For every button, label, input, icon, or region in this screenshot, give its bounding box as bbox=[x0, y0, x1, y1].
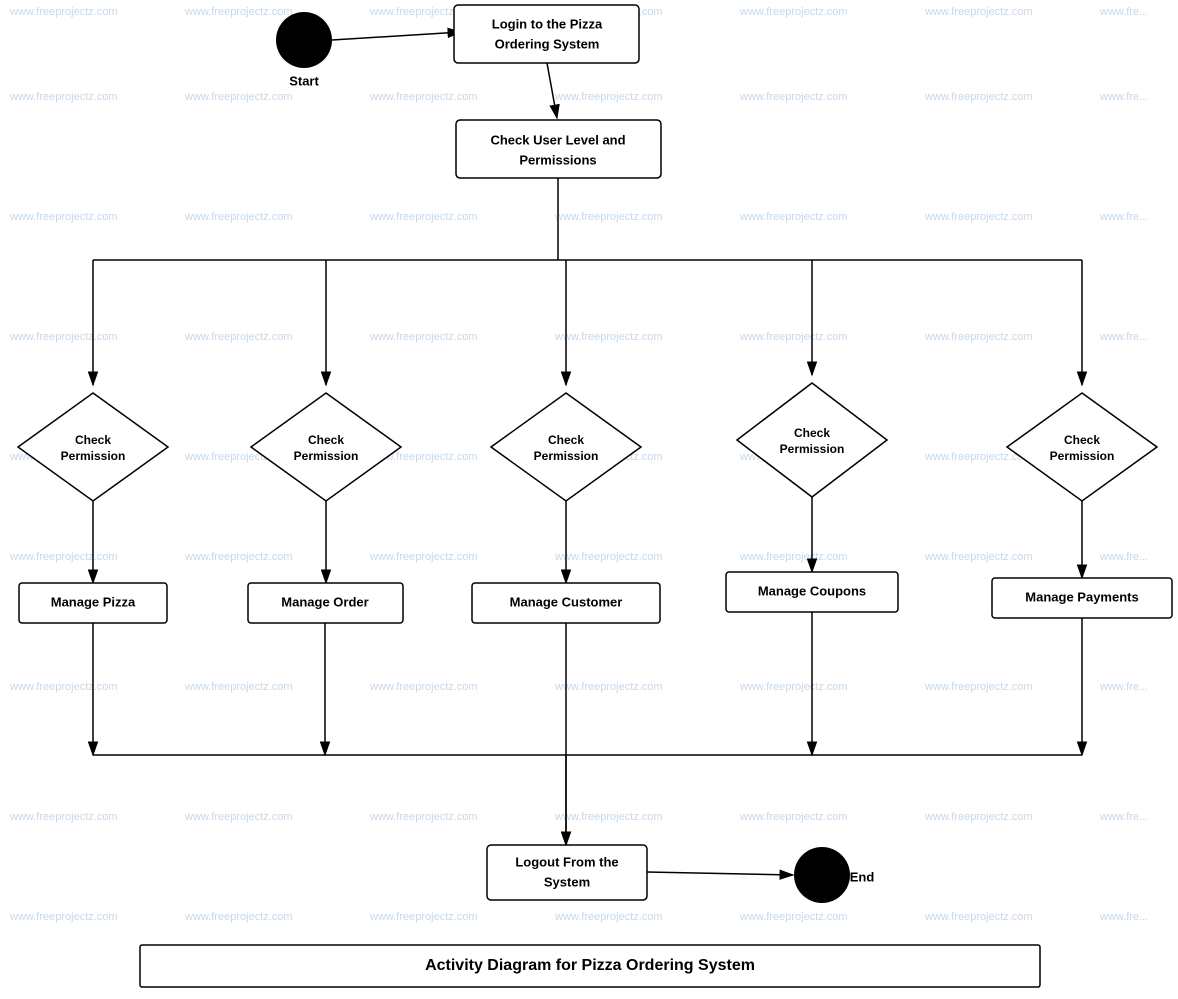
svg-text:www.freeprojectz.com: www.freeprojectz.com bbox=[184, 551, 293, 563]
svg-text:www.freeprojectz.com: www.freeprojectz.com bbox=[554, 681, 663, 693]
end-label: End bbox=[850, 869, 875, 884]
check-user-level-node bbox=[456, 120, 661, 178]
login-label: Login to the Pizza bbox=[492, 16, 603, 31]
manage-payments-label: Manage Payments bbox=[1025, 589, 1138, 604]
svg-text:www.freeprojectz.com: www.freeprojectz.com bbox=[369, 681, 478, 693]
check-perm-1-label: Check bbox=[75, 433, 111, 447]
svg-text:www.freeprojectz.com: www.freeprojectz.com bbox=[739, 331, 848, 343]
svg-text:www.freeprojectz.com: www.freeprojectz.com bbox=[9, 91, 118, 103]
svg-text:www.freeprojectz.com: www.freeprojectz.com bbox=[9, 811, 118, 823]
svg-text:www.freeprojectz.com: www.freeprojectz.com bbox=[9, 331, 118, 343]
check-perm-1-label2: Permission bbox=[61, 449, 126, 463]
svg-text:www.freeprojectz.com: www.freeprojectz.com bbox=[924, 91, 1033, 103]
check-perm-2-label2: Permission bbox=[294, 449, 359, 463]
svg-text:www.freeprojectz.com: www.freeprojectz.com bbox=[554, 911, 663, 923]
svg-text:www.freeprojectz.com: www.freeprojectz.com bbox=[554, 211, 663, 223]
svg-text:www.freeprojectz.com: www.freeprojectz.com bbox=[184, 6, 293, 18]
check-perm-2-label: Check bbox=[308, 433, 344, 447]
svg-text:www.freeprojectz.com: www.freeprojectz.com bbox=[924, 551, 1033, 563]
svg-text:www.freeprojectz.com: www.freeprojectz.com bbox=[554, 331, 663, 343]
svg-text:www.fre...: www.fre... bbox=[1099, 551, 1148, 563]
svg-text:www.freeprojectz.com: www.freeprojectz.com bbox=[739, 211, 848, 223]
svg-text:www.fre...: www.fre... bbox=[1099, 911, 1148, 923]
check-user-level-label2: Permissions bbox=[519, 152, 596, 167]
manage-coupons-label: Manage Coupons bbox=[758, 583, 866, 598]
logout-label: Logout From the bbox=[515, 854, 618, 869]
svg-text:www.fre...: www.fre... bbox=[1099, 331, 1148, 343]
svg-text:www.freeprojectz.com: www.freeprojectz.com bbox=[9, 6, 118, 18]
login-node bbox=[454, 5, 639, 63]
svg-text:www.freeprojectz.com: www.freeprojectz.com bbox=[924, 211, 1033, 223]
svg-text:www.freeprojectz.com: www.freeprojectz.com bbox=[369, 91, 478, 103]
diagram-area: www.freeprojectz.com www.freeprojectz.co… bbox=[0, 0, 1178, 994]
svg-text:www.fre...: www.fre... bbox=[1099, 211, 1148, 223]
svg-text:www.freeprojectz.com: www.freeprojectz.com bbox=[739, 6, 848, 18]
manage-pizza-label: Manage Pizza bbox=[51, 594, 136, 609]
svg-text:www.freeprojectz.com: www.freeprojectz.com bbox=[739, 911, 848, 923]
svg-text:www.freeprojectz.com: www.freeprojectz.com bbox=[9, 211, 118, 223]
svg-text:www.freeprojectz.com: www.freeprojectz.com bbox=[369, 551, 478, 563]
manage-order-label: Manage Order bbox=[281, 594, 368, 609]
svg-text:www.freeprojectz.com: www.freeprojectz.com bbox=[9, 681, 118, 693]
svg-text:www.freeprojectz.com: www.freeprojectz.com bbox=[924, 331, 1033, 343]
svg-text:www.freeprojectz.com: www.freeprojectz.com bbox=[9, 911, 118, 923]
svg-text:www.freeprojectz.com: www.freeprojectz.com bbox=[184, 811, 293, 823]
svg-text:www.freeprojectz.com: www.freeprojectz.com bbox=[369, 331, 478, 343]
svg-text:www.freeprojectz.com: www.freeprojectz.com bbox=[9, 551, 118, 563]
svg-text:www.freeprojectz.com: www.freeprojectz.com bbox=[184, 211, 293, 223]
check-perm-4-label2: Permission bbox=[780, 442, 845, 456]
svg-text:www.freeprojectz.com: www.freeprojectz.com bbox=[924, 681, 1033, 693]
check-perm-3-label: Check bbox=[548, 433, 584, 447]
svg-text:www.freeprojectz.com: www.freeprojectz.com bbox=[184, 91, 293, 103]
svg-text:www.fre...: www.fre... bbox=[1099, 6, 1148, 18]
logout-node bbox=[487, 845, 647, 900]
start-label: Start bbox=[289, 73, 319, 88]
svg-text:www.freeprojectz.com: www.freeprojectz.com bbox=[184, 911, 293, 923]
svg-text:www.freeprojectz.com: www.freeprojectz.com bbox=[369, 911, 478, 923]
svg-text:www.freeprojectz.com: www.freeprojectz.com bbox=[924, 6, 1033, 18]
svg-text:www.fre...: www.fre... bbox=[1099, 811, 1148, 823]
footer-title: Activity Diagram for Pizza Ordering Syst… bbox=[425, 957, 755, 974]
svg-text:www.freeprojectz.com: www.freeprojectz.com bbox=[184, 331, 293, 343]
svg-text:www.freeprojectz.com: www.freeprojectz.com bbox=[554, 551, 663, 563]
svg-text:www.freeprojectz.com: www.freeprojectz.com bbox=[184, 681, 293, 693]
manage-customer-label: Manage Customer bbox=[510, 594, 623, 609]
check-perm-3-label2: Permission bbox=[534, 449, 599, 463]
svg-text:www.freeprojectz.com: www.freeprojectz.com bbox=[739, 681, 848, 693]
svg-text:www.freeprojectz.com: www.freeprojectz.com bbox=[924, 911, 1033, 923]
svg-text:www.freeprojectz.com: www.freeprojectz.com bbox=[554, 811, 663, 823]
end-node bbox=[794, 847, 850, 903]
svg-text:www.freeprojectz.com: www.freeprojectz.com bbox=[554, 91, 663, 103]
check-perm-5-label2: Permission bbox=[1050, 449, 1115, 463]
svg-text:www.fre...: www.fre... bbox=[1099, 91, 1148, 103]
check-perm-4-label: Check bbox=[794, 426, 830, 440]
svg-text:www.freeprojectz.com: www.freeprojectz.com bbox=[369, 811, 478, 823]
check-user-level-label: Check User Level and bbox=[490, 132, 625, 147]
login-label2: Ordering System bbox=[495, 36, 600, 51]
svg-text:www.freeprojectz.com: www.freeprojectz.com bbox=[739, 551, 848, 563]
check-perm-5-label: Check bbox=[1064, 433, 1100, 447]
svg-text:www.freeprojectz.com: www.freeprojectz.com bbox=[369, 211, 478, 223]
logout-label2: System bbox=[544, 874, 590, 889]
start-node bbox=[276, 12, 332, 68]
svg-text:www.freeprojectz.com: www.freeprojectz.com bbox=[924, 811, 1033, 823]
svg-text:www.freeprojectz.com: www.freeprojectz.com bbox=[739, 91, 848, 103]
svg-text:www.freeprojectz.com: www.freeprojectz.com bbox=[739, 811, 848, 823]
svg-text:www.fre...: www.fre... bbox=[1099, 681, 1148, 693]
